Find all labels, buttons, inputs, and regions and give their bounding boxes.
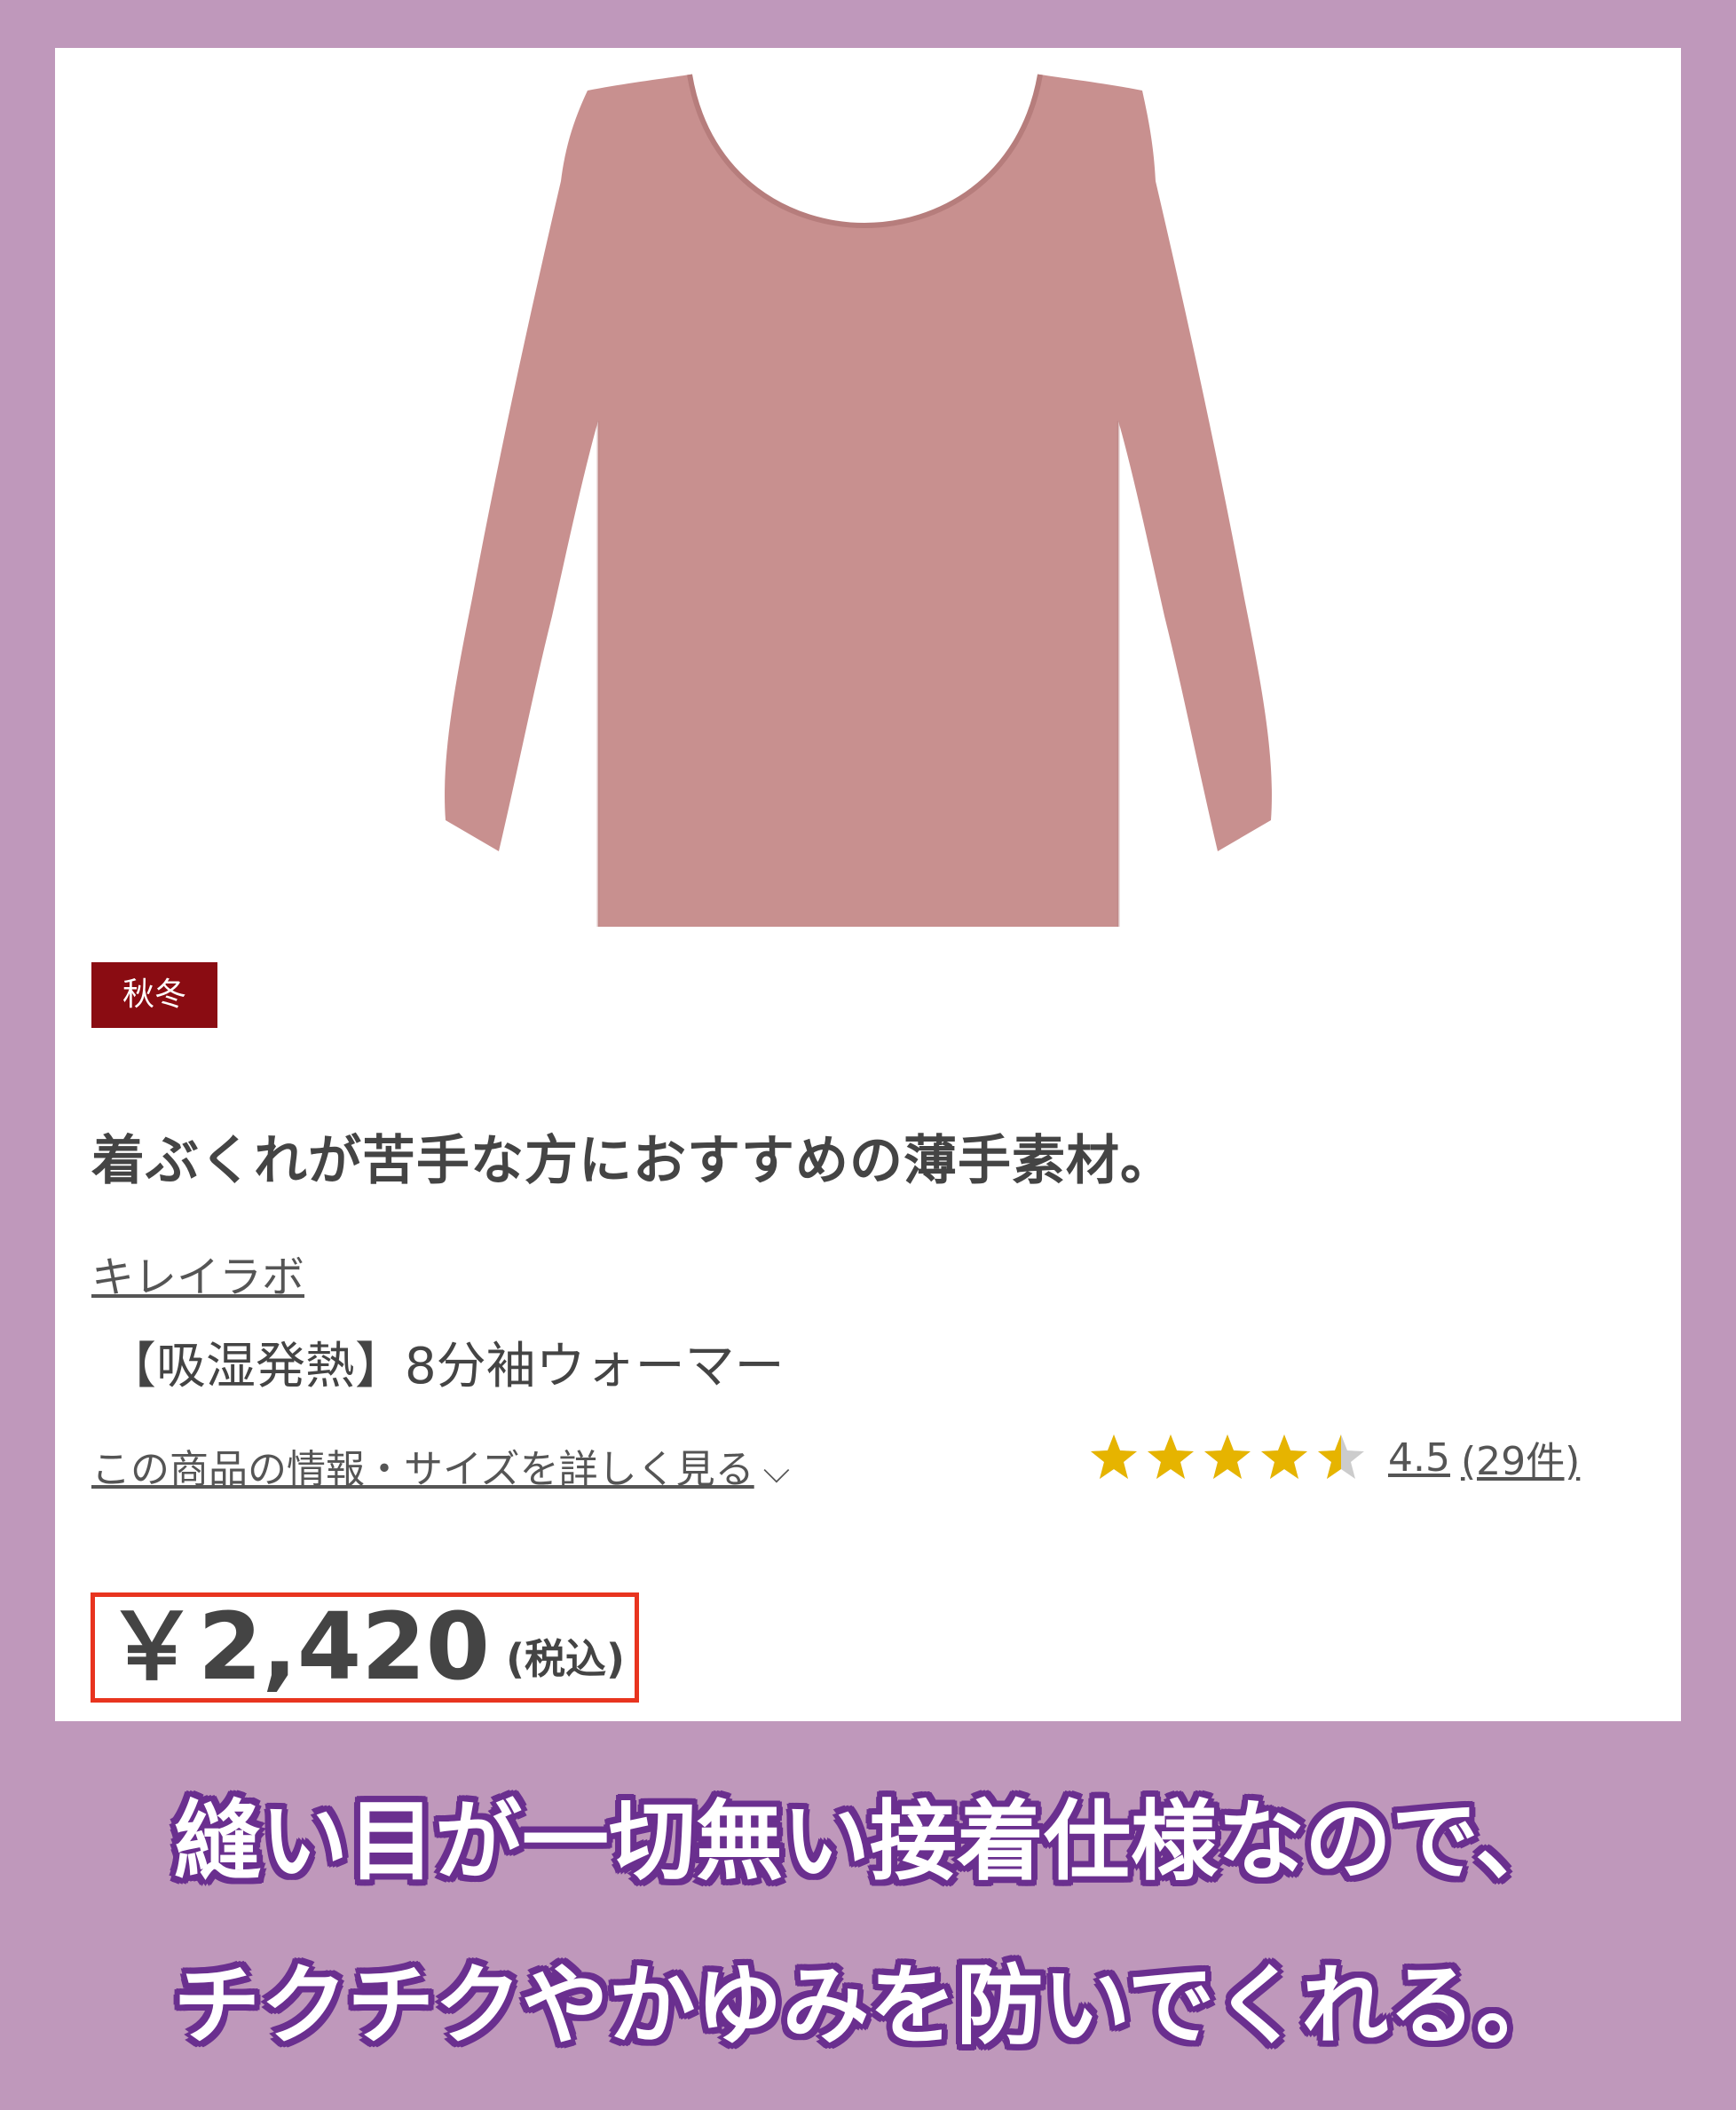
- star-rating: [1088, 1432, 1372, 1483]
- product-details-link[interactable]: この商品の情報・サイズを詳しく見る ⌵: [91, 1437, 790, 1494]
- caption-line-1: 縫い目が一切無い接着仕様なので、: [173, 1791, 1563, 1893]
- star-icon: [1261, 1434, 1307, 1479]
- product-image[interactable]: [55, 48, 1681, 927]
- product-name: 【吸湿発熱】8分袖ウォーマー: [107, 1338, 785, 1395]
- product-card: 秋冬 着ぶくれが苦手な方におすすめの薄手素材。 キレイラボ 【吸湿発熱】8分袖ウ…: [55, 48, 1681, 1721]
- star-icon: [1148, 1434, 1194, 1479]
- catch-copy: 着ぶくれが苦手な方におすすめの薄手素材。: [91, 1130, 1174, 1192]
- rating-value[interactable]: 4.5: [1388, 1435, 1450, 1481]
- rating[interactable]: 4.5 (29件): [1088, 1429, 1580, 1486]
- star-icon: [1318, 1434, 1364, 1479]
- chevron-down-icon[interactable]: ⌵: [763, 1450, 790, 1491]
- brand-link[interactable]: キレイラボ: [91, 1242, 304, 1304]
- star-icon: [1091, 1434, 1137, 1479]
- caption-line-2: チクチクやかゆみを防いでくれる。: [173, 1956, 1563, 2057]
- product-details-label[interactable]: この商品の情報・サイズを詳しく見る: [91, 1447, 754, 1492]
- review-count[interactable]: (29件): [1461, 1429, 1580, 1486]
- season-badge: 秋冬: [91, 962, 217, 1028]
- price: ￥2,420: [106, 1592, 490, 1701]
- tax-note: (税込): [505, 1635, 626, 1683]
- price-highlight: ￥2,420 (税込): [91, 1592, 639, 1703]
- star-icon: [1204, 1434, 1251, 1479]
